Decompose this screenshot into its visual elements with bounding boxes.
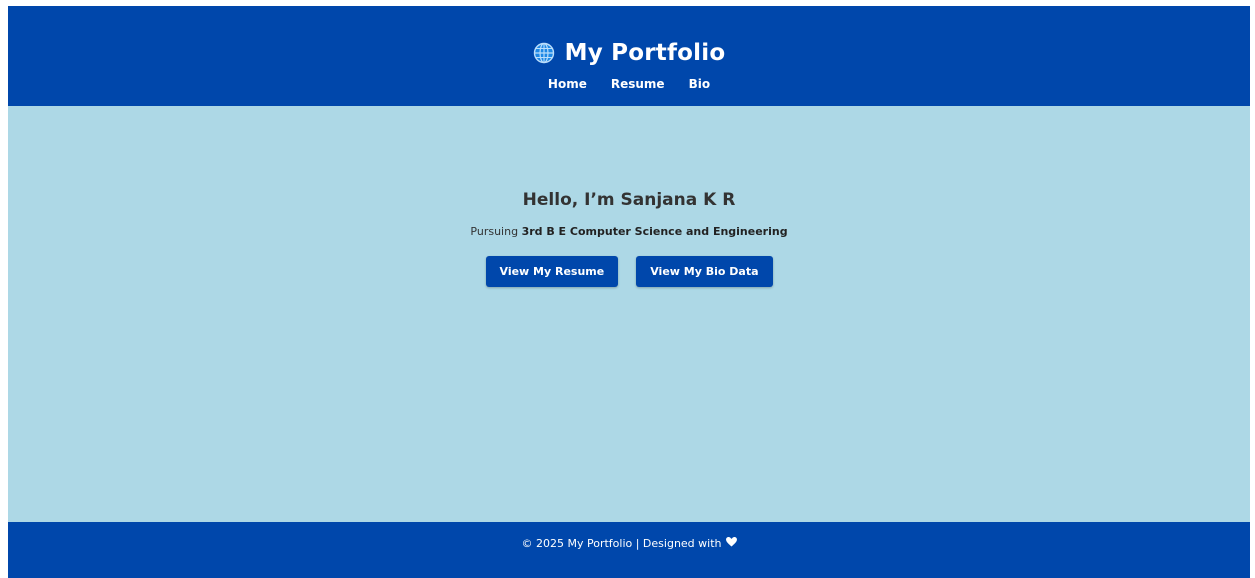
hero-buttons: View My Resume View My Bio Data bbox=[485, 256, 773, 287]
pursuing-course: 3rd B E Computer Science and Engineering bbox=[521, 225, 788, 238]
site-footer: © 2025 My Portfolio | Designed with bbox=[8, 522, 1250, 578]
nav-bio-link[interactable]: Bio bbox=[689, 77, 711, 91]
view-bio-data-button[interactable]: View My Bio Data bbox=[636, 256, 773, 287]
nav-home-link[interactable]: Home bbox=[548, 77, 587, 91]
hero-greeting: Hello, I’m Sanjana K R bbox=[522, 190, 736, 210]
brand: My Portfolio bbox=[533, 38, 726, 68]
page-frame: My Portfolio Home Resume Bio Hello, I’m … bbox=[8, 6, 1250, 578]
view-resume-button[interactable]: View My Resume bbox=[485, 256, 619, 287]
site-title: My Portfolio bbox=[564, 40, 726, 66]
nav-resume-link[interactable]: Resume bbox=[611, 77, 665, 91]
pursuing-prefix: Pursuing bbox=[470, 225, 519, 238]
site-header: My Portfolio Home Resume Bio bbox=[8, 6, 1250, 106]
hero-subtitle: Pursuing 3rd B E Computer Science and En… bbox=[470, 225, 787, 238]
hero-section: Hello, I’m Sanjana K R Pursuing 3rd B E … bbox=[8, 106, 1250, 522]
globe-icon bbox=[533, 42, 555, 64]
main-nav: Home Resume Bio bbox=[548, 77, 710, 91]
heart-icon bbox=[725, 537, 737, 547]
footer-text: © 2025 My Portfolio | Designed with bbox=[521, 537, 722, 550]
